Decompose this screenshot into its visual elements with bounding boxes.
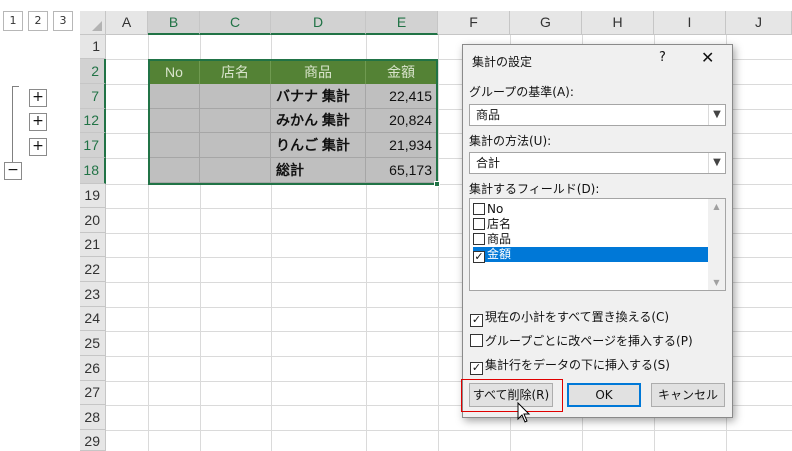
row-header-24[interactable]: 24 [80,307,106,331]
field-item-no[interactable]: No [473,202,710,217]
field-label: No [487,202,504,216]
chevron-down-icon[interactable]: ▼ [708,153,725,173]
checkbox-icon[interactable] [470,334,483,347]
column-header-j[interactable]: J [726,11,792,35]
field-label: 店名 [487,217,512,231]
group-by-value: 商品 [476,108,501,122]
listbox-scrollbar[interactable]: ▲ ▼ [708,199,725,290]
dialog-title: 集計の設定 [472,55,533,69]
outline-pane: 1 2 3 + + + − [0,0,80,451]
select-all-corner[interactable] [80,11,106,35]
option-replace-subtotals[interactable]: ✓ 現在の小計をすべて置き換える(C) [470,308,669,327]
checkbox-icon[interactable] [473,203,485,215]
scroll-down-icon[interactable]: ▼ [708,275,725,290]
expand-group-mikan-button[interactable]: + [29,113,47,131]
checkbox-icon[interactable] [473,218,485,230]
option-label: グループごとに改ページを挿入する(P) [485,334,693,348]
column-header-d[interactable]: D [271,11,366,35]
outline-level-2-button[interactable]: 2 [28,11,48,31]
outline-bracket-line [12,86,13,163]
field-label: 金額 [487,247,512,261]
column-header-g[interactable]: G [510,11,582,35]
group-by-label: グループの基準(A): [469,85,574,99]
row-header-18[interactable]: 18 [80,158,106,184]
checkbox-checked-icon[interactable]: ✓ [470,314,483,327]
outline-level-3-button[interactable]: 3 [53,11,73,31]
field-item-store[interactable]: 店名 [473,217,710,232]
option-label: 集計行をデータの下に挿入する(S) [485,358,670,372]
row-header-28[interactable]: 28 [80,405,106,430]
group-by-select[interactable]: 商品 ▼ [469,104,726,126]
column-header-f[interactable]: F [438,11,510,35]
ok-button[interactable]: OK [567,383,641,407]
row-header-2[interactable]: 2 [80,59,106,84]
fill-handle[interactable] [434,181,440,187]
option-page-break[interactable]: グループごとに改ページを挿入する(P) [470,332,693,349]
selection-border [148,59,438,185]
checkbox-icon[interactable] [473,233,485,245]
chevron-down-icon[interactable]: ▼ [708,105,725,125]
row-header-26[interactable]: 26 [80,356,106,381]
row-header-20[interactable]: 20 [80,208,106,233]
option-label: 現在の小計をすべて置き換える(C) [485,310,670,324]
outline-level-1-button[interactable]: 1 [3,11,23,31]
row-header-1[interactable]: 1 [80,35,106,59]
row-header-22[interactable]: 22 [80,257,106,282]
close-icon[interactable]: ✕ [701,48,714,67]
row-header-25[interactable]: 25 [80,331,106,356]
highlight-frame [461,379,563,412]
option-summary-below[interactable]: ✓ 集計行をデータの下に挿入する(S) [470,356,670,375]
column-header-h[interactable]: H [582,11,654,35]
column-header-e[interactable]: E [366,11,438,35]
column-header-c[interactable]: C [200,11,271,35]
row-header-17[interactable]: 17 [80,133,106,158]
row-header-29[interactable]: 29 [80,430,106,451]
outline-bracket-tick [12,86,19,87]
subtotal-dialog: 集計の設定 ? ✕ グループの基準(A): 商品 ▼ 集計の方法(U): 合計 … [462,44,733,418]
function-label: 集計の方法(U): [469,134,552,148]
row-header-27[interactable]: 27 [80,381,106,405]
field-label: 商品 [487,232,512,246]
function-value: 合計 [476,156,501,170]
fields-listbox[interactable]: No 店名 商品 ✓ 金額 ▲ ▼ [469,198,726,291]
collapse-group-total-button[interactable]: − [4,162,22,180]
row-header-12[interactable]: 12 [80,109,106,133]
checkbox-checked-icon[interactable]: ✓ [470,362,483,375]
checkbox-checked-icon[interactable]: ✓ [473,251,485,263]
column-header-a[interactable]: A [106,11,148,35]
row-header-23[interactable]: 23 [80,282,106,307]
field-item-product[interactable]: 商品 [473,232,710,247]
row-header-7[interactable]: 7 [80,84,106,109]
scroll-up-icon[interactable]: ▲ [708,199,725,214]
help-button[interactable]: ? [659,50,666,65]
row-header-19[interactable]: 19 [80,184,106,208]
field-item-amount[interactable]: ✓ 金額 [473,247,710,263]
column-header-i[interactable]: I [654,11,726,35]
cancel-button[interactable]: キャンセル [651,383,725,407]
select-all-triangle-icon [92,21,102,31]
mouse-pointer-icon [517,402,531,423]
column-header-b[interactable]: B [148,11,200,35]
row-header-21[interactable]: 21 [80,233,106,257]
expand-group-banana-button[interactable]: + [29,89,47,107]
gridline [438,35,439,451]
fields-label: 集計するフィールド(D): [469,182,600,196]
function-select[interactable]: 合計 ▼ [469,152,726,174]
gridline [106,430,792,431]
expand-group-ringo-button[interactable]: + [29,138,47,156]
